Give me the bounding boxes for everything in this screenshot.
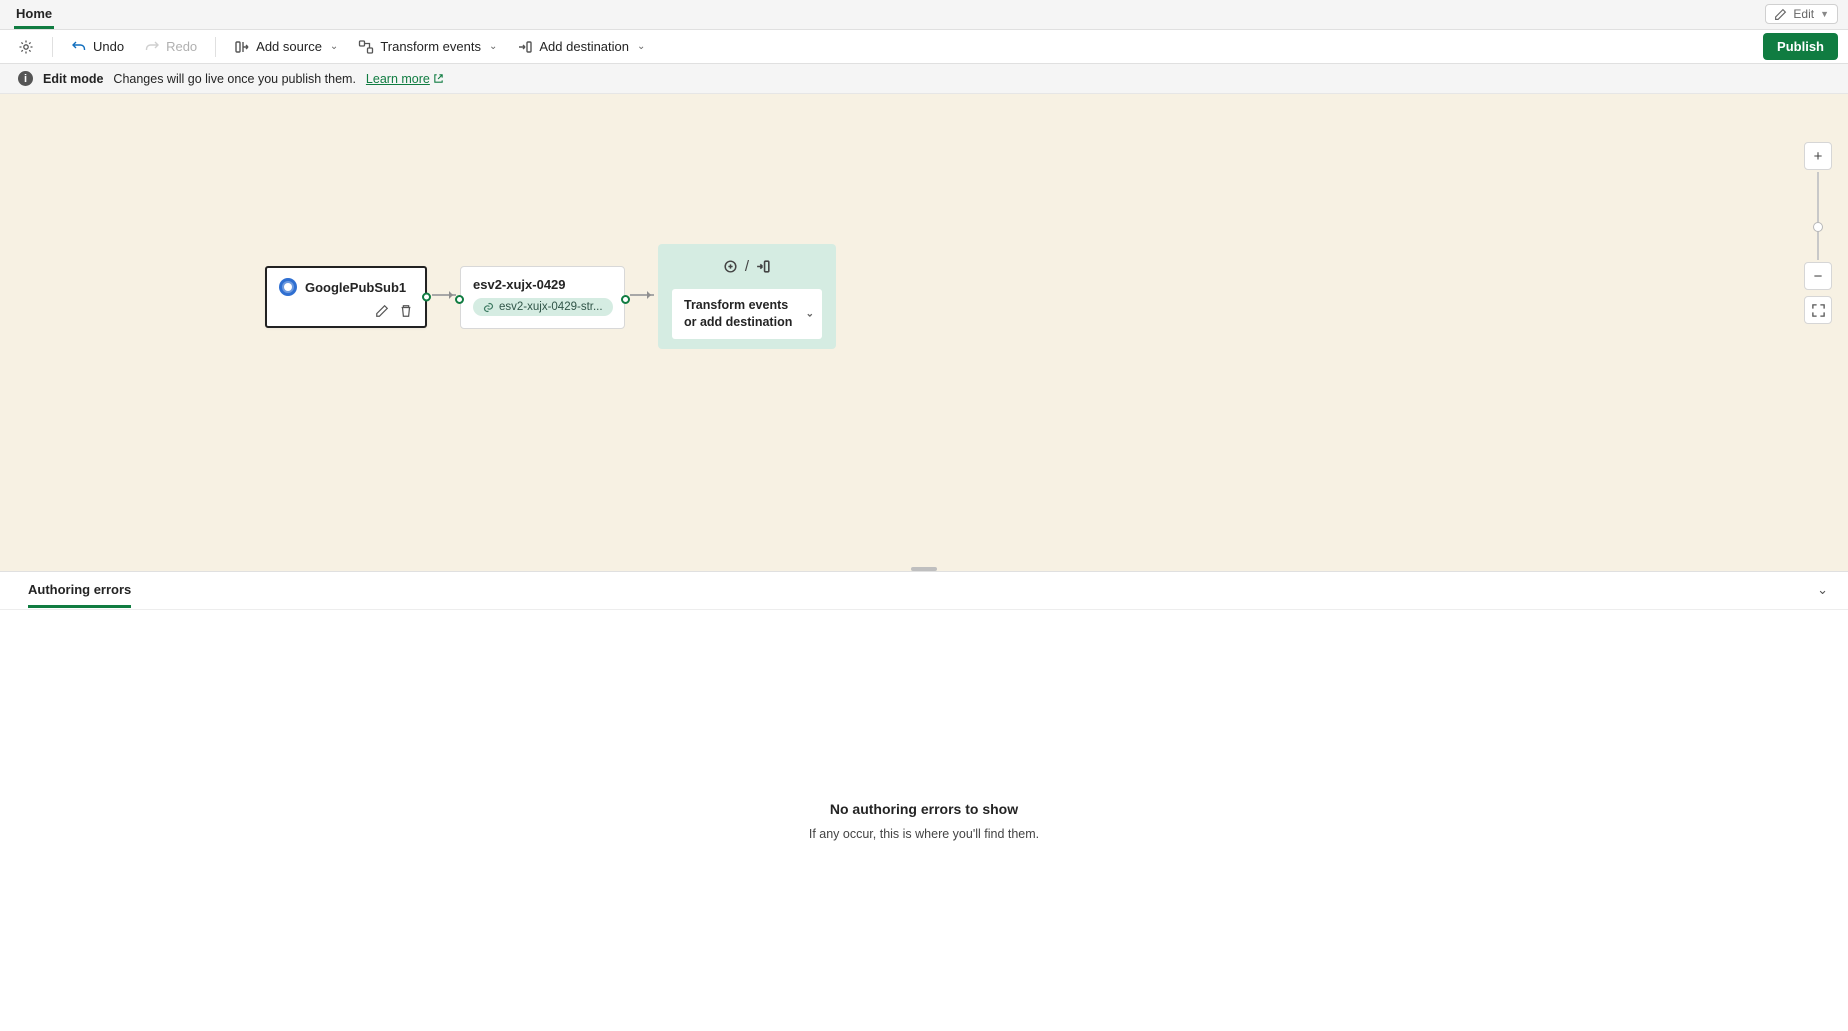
bottom-panel: Authoring errors ⌄ No authoring errors t… [0, 571, 1848, 1031]
next-step-dropdown[interactable]: Transform events or add destination ⌄ [672, 289, 822, 339]
stream-chip-label: esv2-xujx-0429-str... [499, 301, 603, 313]
add-source-button[interactable]: Add source ⌄ [226, 35, 346, 59]
zoom-thumb[interactable] [1813, 222, 1823, 232]
add-source-icon [234, 39, 250, 55]
panel-resize-handle[interactable] [911, 567, 937, 571]
publish-button[interactable]: Publish [1763, 33, 1838, 60]
redo-button: Redo [136, 35, 205, 59]
node-next-step[interactable]: / Transform events or add destination ⌄ [658, 244, 836, 349]
canvas[interactable]: GooglePubSub1 esv2-xujx-0429 esv2-xujx-0… [0, 94, 1848, 571]
google-pubsub-icon [279, 278, 297, 296]
out-port[interactable] [422, 293, 431, 302]
empty-state-title: No authoring errors to show [830, 801, 1018, 817]
pencil-icon [1774, 8, 1787, 21]
transform-events-button[interactable]: Transform events ⌄ [350, 35, 505, 59]
pencil-icon[interactable] [375, 304, 389, 318]
chevron-down-icon: ⌄ [637, 41, 645, 52]
add-destination-icon [517, 39, 533, 55]
redo-icon [144, 39, 160, 55]
chevron-down-icon: ⌄ [330, 41, 338, 52]
stream-chip[interactable]: esv2-xujx-0429-str... [473, 298, 613, 316]
banner-message: Changes will go live once you publish th… [113, 72, 356, 86]
undo-button[interactable]: Undo [63, 35, 132, 59]
undo-label: Undo [93, 39, 124, 54]
gear-icon [18, 39, 34, 55]
transform-icon [358, 39, 374, 55]
empty-state-subtitle: If any occur, this is where you'll find … [809, 827, 1039, 841]
divider [215, 37, 216, 57]
collapse-panel-button[interactable]: ⌄ [1817, 582, 1828, 598]
add-destination-label: Add destination [539, 39, 629, 54]
node-stream[interactable]: esv2-xujx-0429 esv2-xujx-0429-str... [460, 266, 625, 329]
divider [52, 37, 53, 57]
edit-pill-label: Edit [1793, 7, 1814, 21]
connector [432, 294, 456, 296]
learn-more-link[interactable]: Learn more [366, 72, 444, 86]
edit-mode-banner: i Edit mode Changes will go live once yo… [0, 64, 1848, 94]
connector [630, 294, 654, 296]
redo-label: Redo [166, 39, 197, 54]
undo-icon [71, 39, 87, 55]
destination-icon [755, 258, 772, 275]
slash: / [745, 258, 749, 275]
node-source-title: GooglePubSub1 [305, 280, 406, 295]
caret-down-icon: ▼ [1820, 9, 1829, 19]
fit-icon [1811, 303, 1826, 318]
fit-to-screen-button[interactable] [1804, 296, 1832, 324]
add-destination-button[interactable]: Add destination ⌄ [509, 35, 653, 59]
next-step-label: Transform events or add destination [684, 298, 792, 329]
zoom-slider[interactable] [1817, 172, 1819, 260]
node-stream-title: esv2-xujx-0429 [473, 277, 612, 292]
link-icon [483, 302, 494, 313]
settings-button[interactable] [10, 35, 42, 59]
trash-icon[interactable] [399, 304, 413, 318]
chevron-down-icon: ⌄ [489, 41, 497, 52]
in-port[interactable] [455, 295, 464, 304]
external-link-icon [433, 73, 444, 84]
zoom-controls: + − [1804, 142, 1832, 324]
transform-label: Transform events [380, 39, 481, 54]
toolbar: Undo Redo Add source ⌄ Transform events … [0, 30, 1848, 64]
chevron-down-icon: ⌄ [806, 307, 814, 321]
banner-mode: Edit mode [43, 72, 103, 86]
zoom-in-button[interactable]: + [1804, 142, 1832, 170]
transform-icon [722, 258, 739, 275]
info-icon: i [18, 71, 33, 86]
tab-home[interactable]: Home [14, 0, 54, 29]
node-source[interactable]: GooglePubSub1 [265, 266, 427, 328]
zoom-out-button[interactable]: − [1804, 262, 1832, 290]
tab-authoring-errors[interactable]: Authoring errors [28, 573, 131, 608]
add-source-label: Add source [256, 39, 322, 54]
out-port[interactable] [621, 295, 630, 304]
edit-mode-pill[interactable]: Edit ▼ [1765, 4, 1838, 24]
learn-more-label: Learn more [366, 72, 430, 86]
